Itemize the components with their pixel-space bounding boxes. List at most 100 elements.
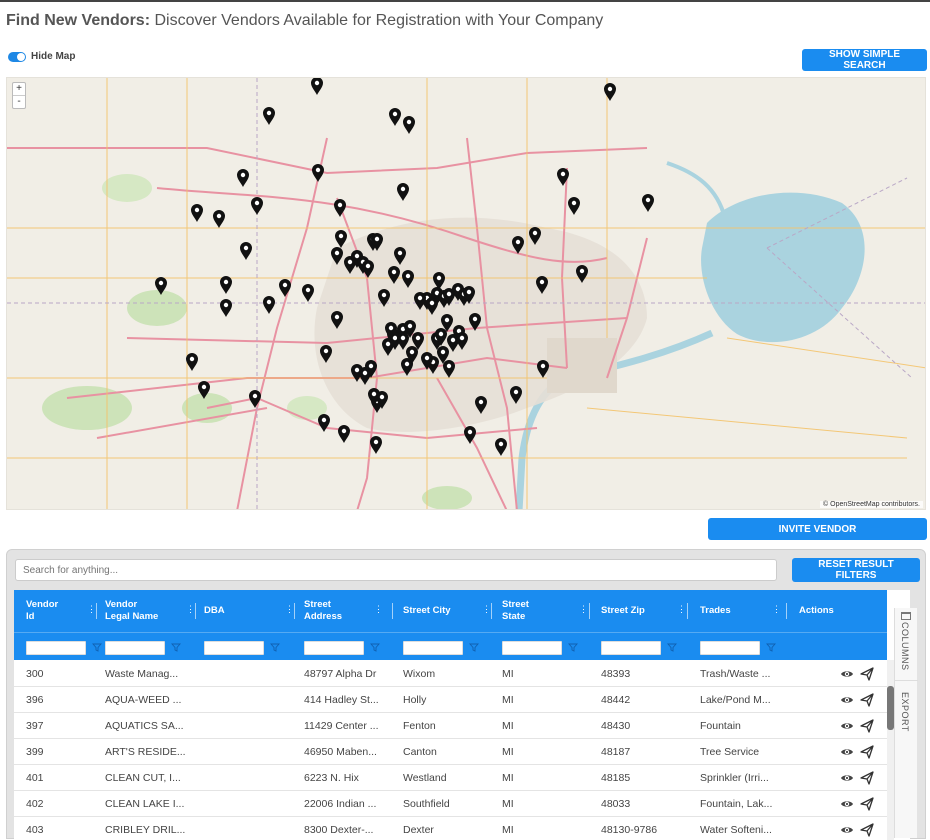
column-menu-icon[interactable]: ⋮: [579, 604, 588, 615]
map-marker-icon[interactable]: [251, 197, 263, 215]
map-marker-icon[interactable]: [302, 284, 314, 302]
col-street-city[interactable]: Street City: [403, 590, 483, 632]
map-marker-icon[interactable]: [318, 414, 330, 432]
column-separator[interactable]: [491, 603, 492, 619]
map-marker-icon[interactable]: [311, 78, 323, 95]
column-menu-icon[interactable]: ⋮: [285, 604, 294, 615]
table-row[interactable]: 401 CLEAN CUT, I... 6223 N. Hix Westland MI 4…: [14, 765, 887, 791]
eye-icon[interactable]: [840, 797, 854, 811]
send-icon[interactable]: [860, 823, 874, 837]
map-marker-icon[interactable]: [604, 83, 616, 101]
map-marker-icon[interactable]: [263, 107, 275, 125]
column-separator[interactable]: [96, 603, 97, 619]
filter-icon[interactable]: [92, 642, 102, 652]
column-separator[interactable]: [195, 603, 196, 619]
send-icon[interactable]: [860, 745, 874, 759]
hide-map-toggle[interactable]: Hide Map: [8, 51, 75, 62]
eye-icon[interactable]: [840, 771, 854, 785]
table-row[interactable]: 402 CLEAN LAKE I... 22006 Indian ... Southf…: [14, 791, 887, 817]
export-tab[interactable]: EXPORT: [900, 692, 910, 732]
map-marker-icon[interactable]: [240, 242, 252, 260]
map-marker-icon[interactable]: [191, 204, 203, 222]
map-marker-icon[interactable]: [237, 169, 249, 187]
eye-icon[interactable]: [840, 745, 854, 759]
send-icon[interactable]: [860, 719, 874, 733]
map-marker-icon[interactable]: [389, 108, 401, 126]
map-marker-icon[interactable]: [220, 299, 232, 317]
map-marker-icon[interactable]: [397, 183, 409, 201]
eye-icon[interactable]: [840, 719, 854, 733]
map-marker-icon[interactable]: [220, 276, 232, 294]
map-marker-icon[interactable]: [642, 194, 654, 212]
map-marker-icon[interactable]: [338, 425, 350, 443]
eye-icon[interactable]: [840, 823, 854, 837]
col-trades[interactable]: Trades: [700, 590, 780, 632]
eye-icon[interactable]: [840, 693, 854, 707]
column-filter-input[interactable]: [403, 641, 463, 655]
filter-icon[interactable]: [469, 642, 479, 652]
eye-icon[interactable]: [840, 667, 854, 681]
toggle-switch[interactable]: [8, 51, 26, 62]
send-icon[interactable]: [860, 693, 874, 707]
column-menu-icon[interactable]: ⋮: [87, 604, 96, 615]
zoom-out-button[interactable]: -: [13, 96, 25, 108]
columns-tab[interactable]: COLUMNS: [900, 622, 910, 671]
column-filter-input[interactable]: [601, 641, 661, 655]
invite-vendor-button[interactable]: INVITE VENDOR: [708, 518, 927, 540]
map-marker-icon[interactable]: [263, 296, 275, 314]
map-marker-icon[interactable]: [403, 116, 415, 134]
filter-icon[interactable]: [766, 642, 776, 652]
map-marker-icon[interactable]: [568, 197, 580, 215]
col-street-address[interactable]: Street Address: [304, 590, 384, 632]
map-marker-icon[interactable]: [279, 279, 291, 297]
column-separator[interactable]: [786, 603, 787, 619]
map-attribution[interactable]: © OpenStreetMap contributors.: [820, 501, 923, 508]
send-icon[interactable]: [860, 797, 874, 811]
show-simple-search-button[interactable]: SHOW SIMPLE SEARCH: [802, 49, 927, 71]
column-filter-input[interactable]: [105, 641, 165, 655]
map-marker-icon[interactable]: [334, 199, 346, 217]
reset-result-filters-button[interactable]: RESET RESULT FILTERS: [792, 558, 920, 582]
column-separator[interactable]: [589, 603, 590, 619]
column-separator[interactable]: [392, 603, 393, 619]
map-marker-icon[interactable]: [186, 353, 198, 371]
table-row[interactable]: 397 AQUATICS SA... 11429 Center ... Fenton M…: [14, 713, 887, 739]
column-menu-icon[interactable]: ⋮: [186, 604, 195, 615]
col-street-zip[interactable]: Street Zip: [601, 590, 681, 632]
vertical-scrollbar[interactable]: [887, 660, 894, 840]
map-marker-icon[interactable]: [495, 438, 507, 456]
column-menu-icon[interactable]: ⋮: [772, 604, 781, 615]
col-dba[interactable]: DBA: [204, 590, 274, 632]
column-filter-input[interactable]: [204, 641, 264, 655]
search-input[interactable]: [15, 559, 777, 581]
filter-icon[interactable]: [270, 642, 280, 652]
map-marker-icon[interactable]: [249, 390, 261, 408]
table-row[interactable]: 396 AQUA-WEED ... 414 Hadley St... Holly MI 4…: [14, 687, 887, 713]
zoom-in-button[interactable]: +: [13, 83, 25, 96]
vendor-map[interactable]: + - © OpenStreetMap contributors.: [6, 77, 926, 510]
columns-icon[interactable]: [901, 612, 911, 620]
filter-icon[interactable]: [667, 642, 677, 652]
map-marker-icon[interactable]: [370, 436, 382, 454]
column-filter-input[interactable]: [304, 641, 364, 655]
column-separator[interactable]: [294, 603, 295, 619]
send-icon[interactable]: [860, 771, 874, 785]
column-filter-input[interactable]: [26, 641, 86, 655]
column-menu-icon[interactable]: ⋮: [482, 604, 491, 615]
col-vendor-id[interactable]: Vendor Id: [26, 590, 86, 632]
filter-icon[interactable]: [171, 642, 181, 652]
column-filter-input[interactable]: [502, 641, 562, 655]
column-filter-input[interactable]: [700, 641, 760, 655]
map-marker-icon[interactable]: [312, 164, 324, 182]
column-menu-icon[interactable]: ⋮: [677, 604, 686, 615]
table-row[interactable]: 403 CRIBLEY DRIL... 8300 Dexter-... Dexter M…: [14, 817, 887, 840]
scrollbar-thumb[interactable]: [887, 686, 894, 730]
table-row[interactable]: 300 Waste Manag... 48797 Alpha Dr Wixom MI 48…: [14, 661, 887, 687]
map-marker-icon[interactable]: [213, 210, 225, 228]
send-icon[interactable]: [860, 667, 874, 681]
col-vendor-legal-name[interactable]: Vendor Legal Name: [105, 590, 185, 632]
table-row[interactable]: 399 ART'S RESIDE... 46950 Maben... Canton MI…: [14, 739, 887, 765]
column-menu-icon[interactable]: ⋮: [374, 604, 383, 615]
filter-icon[interactable]: [568, 642, 578, 652]
col-street-state[interactable]: Street State: [502, 590, 582, 632]
